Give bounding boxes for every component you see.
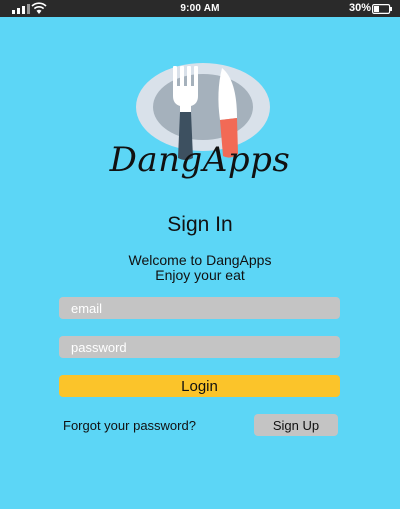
password-field[interactable] xyxy=(59,336,340,358)
battery-percent: 30% xyxy=(348,2,371,14)
forgot-password-link[interactable]: Forgot your password? xyxy=(63,418,196,433)
signin-screen: 9:00 AM 30% DangApps Sign In Welcome to … xyxy=(0,0,400,509)
battery-icon xyxy=(372,4,392,14)
welcome-message: Welcome to DangApps Enjoy your eat xyxy=(0,253,400,283)
welcome-line-2: Enjoy your eat xyxy=(155,267,245,283)
status-bar: 9:00 AM 30% xyxy=(0,0,400,17)
welcome-line-1: Welcome to DangApps xyxy=(128,252,272,268)
email-field[interactable] xyxy=(59,297,340,319)
login-button[interactable]: Login xyxy=(59,375,340,397)
page-title: Sign In xyxy=(167,213,233,236)
status-time: 9:00 AM xyxy=(180,3,220,14)
signup-button[interactable]: Sign Up xyxy=(254,414,338,436)
app-name: DangApps xyxy=(109,140,291,180)
